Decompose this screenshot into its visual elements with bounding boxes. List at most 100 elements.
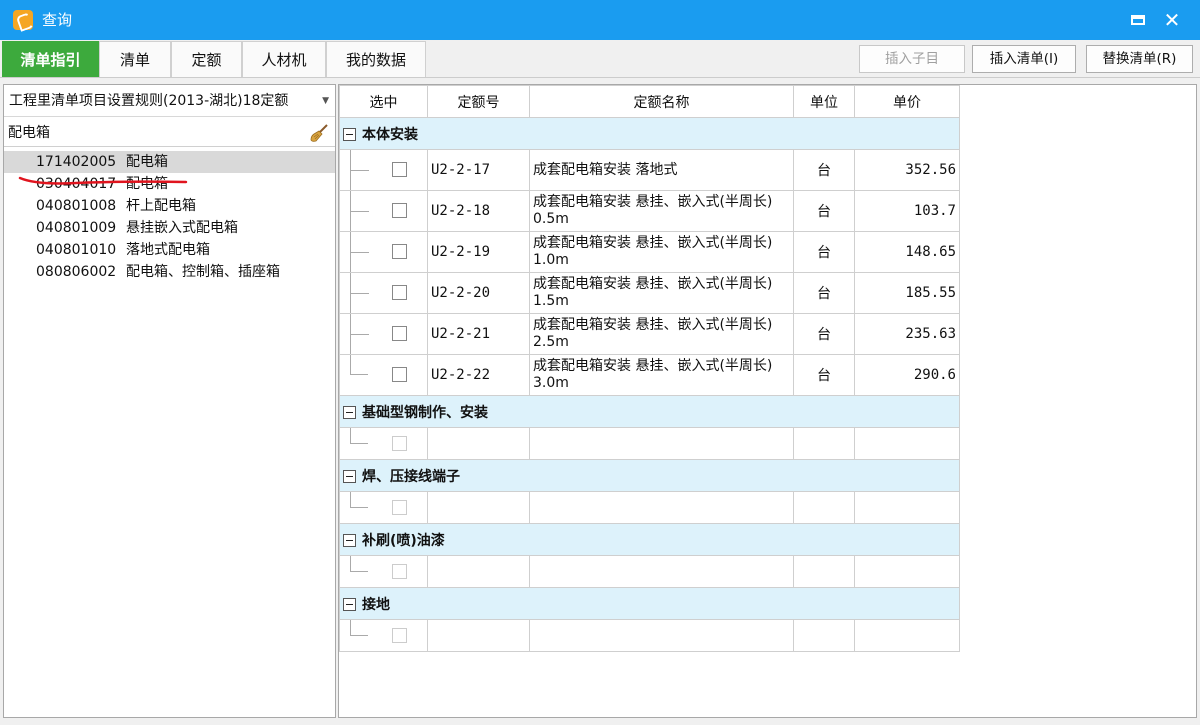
quota-unit: 台	[793, 149, 855, 191]
quota-unit: 台	[793, 313, 855, 355]
quota-name: 成套配电箱安装 悬挂、嵌入式(半周长) 3.0m	[529, 354, 794, 396]
list-item-code: 040801009	[36, 220, 117, 236]
col-header-code[interactable]: 定额号	[427, 85, 530, 118]
select-checkbox[interactable]	[392, 326, 407, 341]
red-underline-annotation	[18, 176, 188, 185]
quota-code: U2-2-19	[427, 231, 530, 273]
table-row[interactable]: U2-2-19 成套配电箱安装 悬挂、嵌入式(半周长) 1.0m 台 148.6…	[339, 231, 960, 273]
list-item-code: 040801008	[36, 198, 117, 214]
list-item-code: 171402005	[36, 154, 117, 170]
collapse-icon[interactable]	[343, 597, 356, 611]
quota-price: 185.55	[854, 272, 960, 314]
group-row[interactable]: 基础型钢制作、安装	[339, 395, 960, 428]
list-item[interactable]: 171402005 配电箱	[4, 151, 335, 173]
quota-name: 成套配电箱安装 落地式	[529, 149, 794, 191]
select-checkbox[interactable]	[392, 563, 407, 579]
quota-price: 290.6	[854, 354, 960, 396]
table-row[interactable]: U2-2-21 成套配电箱安装 悬挂、嵌入式(半周长) 2.5m 台 235.6…	[339, 313, 960, 355]
quota-name: 成套配电箱安装 悬挂、嵌入式(半周长) 1.5m	[529, 272, 794, 314]
col-header-select[interactable]: 选中	[339, 85, 428, 118]
tree-connector	[350, 232, 369, 272]
chevron-down-icon[interactable]: ▼	[322, 85, 329, 116]
tree-connector	[350, 620, 368, 636]
quota-grid-panel: 选中 定额号 定额名称 单位 单价 本体安装 U2-2-17 成套配电箱安装 落…	[338, 84, 1197, 718]
table-row[interactable]	[339, 619, 960, 652]
group-title: 补刷(喷)油漆	[362, 532, 445, 549]
table-row[interactable]: U2-2-22 成套配电箱安装 悬挂、嵌入式(半周长) 3.0m 台 290.6	[339, 354, 960, 396]
collapse-icon[interactable]	[343, 469, 356, 483]
table-row[interactable]: U2-2-17 成套配电箱安装 落地式 台 352.56	[339, 149, 960, 191]
select-checkbox[interactable]	[392, 244, 407, 259]
insert-list-button[interactable]: 插入清单(I)	[972, 45, 1076, 73]
list-item[interactable]: 080806002 配电箱、控制箱、插座箱	[4, 261, 335, 283]
select-checkbox[interactable]	[392, 203, 407, 218]
quota-price: 235.63	[854, 313, 960, 355]
quota-name: 成套配电箱安装 悬挂、嵌入式(半周长) 2.5m	[529, 313, 794, 355]
maximize-button[interactable]	[1126, 8, 1150, 32]
quota-code: U2-2-18	[427, 190, 530, 232]
group-row[interactable]: 补刷(喷)油漆	[339, 523, 960, 556]
quota-name: 成套配电箱安装 悬挂、嵌入式(半周长) 0.5m	[529, 190, 794, 232]
tab-labor-material-machine[interactable]: 人材机	[242, 41, 326, 77]
tab-list[interactable]: 清单	[99, 41, 171, 77]
tree-connector	[350, 492, 368, 508]
list-item-name: 配电箱	[126, 154, 168, 170]
collapse-icon[interactable]	[343, 127, 356, 141]
quota-name: 成套配电箱安装 悬挂、嵌入式(半周长) 1.0m	[529, 231, 794, 273]
list-item[interactable]: 040801008 杆上配电箱	[4, 195, 335, 217]
col-header-price[interactable]: 单价	[854, 85, 960, 118]
select-checkbox[interactable]	[392, 499, 407, 515]
close-button[interactable]: ✕	[1160, 8, 1184, 32]
collapse-icon[interactable]	[343, 533, 356, 547]
list-item-name: 配电箱、控制箱、插座箱	[126, 264, 280, 280]
quota-code: U2-2-20	[427, 272, 530, 314]
replace-list-button[interactable]: 替换清单(R)	[1086, 45, 1193, 73]
col-header-unit[interactable]: 单位	[793, 85, 855, 118]
group-title: 基础型钢制作、安装	[362, 404, 488, 421]
rule-dropdown-value: 工程里清单项目设置规则(2013-湖北)18定额	[9, 93, 289, 109]
group-row[interactable]: 焊、压接线端子	[339, 459, 960, 492]
search-input[interactable]: 配电箱	[4, 119, 335, 147]
tab-list-guide[interactable]: 清单指引	[2, 41, 99, 77]
col-header-name[interactable]: 定额名称	[529, 85, 794, 118]
dropdown-underline	[4, 116, 131, 117]
select-checkbox[interactable]	[392, 627, 407, 643]
list-item-name: 落地式配电箱	[126, 242, 210, 258]
select-checkbox[interactable]	[392, 435, 407, 451]
list-item-name: 杆上配电箱	[126, 198, 196, 214]
quota-price: 103.7	[854, 190, 960, 232]
tree-connector	[350, 556, 368, 572]
group-title: 接地	[362, 596, 390, 613]
group-row[interactable]: 接地	[339, 587, 960, 620]
table-row[interactable]	[339, 427, 960, 460]
quota-code: U2-2-21	[427, 313, 530, 355]
select-checkbox[interactable]	[392, 285, 407, 300]
table-row[interactable]	[339, 555, 960, 588]
quota-code: U2-2-22	[427, 354, 530, 396]
table-row[interactable]: U2-2-18 成套配电箱安装 悬挂、嵌入式(半周长) 0.5m 台 103.7	[339, 190, 960, 232]
select-checkbox[interactable]	[392, 367, 407, 382]
group-row[interactable]: 本体安装	[339, 117, 960, 150]
collapse-icon[interactable]	[343, 405, 356, 419]
quota-price: 352.56	[854, 149, 960, 191]
insert-child-button[interactable]: 插入子目	[859, 45, 965, 73]
table-row[interactable]: U2-2-20 成套配电箱安装 悬挂、嵌入式(半周长) 1.5m 台 185.5…	[339, 272, 960, 314]
quota-unit: 台	[793, 272, 855, 314]
group-title: 本体安装	[362, 126, 418, 143]
search-input-value: 配电箱	[8, 125, 50, 141]
tab-quota[interactable]: 定额	[171, 41, 242, 77]
broom-icon[interactable]	[309, 123, 329, 143]
select-checkbox[interactable]	[392, 162, 407, 177]
tab-my-data[interactable]: 我的数据	[326, 41, 426, 77]
tree-connector	[350, 150, 369, 190]
list-item-tree: 171402005 配电箱 030404017 配电箱 040801008 杆上配电箱…	[4, 151, 335, 283]
tree-connector	[350, 191, 369, 231]
list-item[interactable]: 040801010 落地式配电箱	[4, 239, 335, 261]
table-row[interactable]	[339, 491, 960, 524]
tree-connector	[350, 314, 369, 354]
quota-price: 148.65	[854, 231, 960, 273]
tree-connector	[350, 428, 368, 444]
rule-dropdown[interactable]: 工程里清单项目设置规则(2013-湖北)18定额 ▼	[4, 85, 335, 117]
quota-unit: 台	[793, 354, 855, 396]
list-item[interactable]: 040801009 悬挂嵌入式配电箱	[4, 217, 335, 239]
